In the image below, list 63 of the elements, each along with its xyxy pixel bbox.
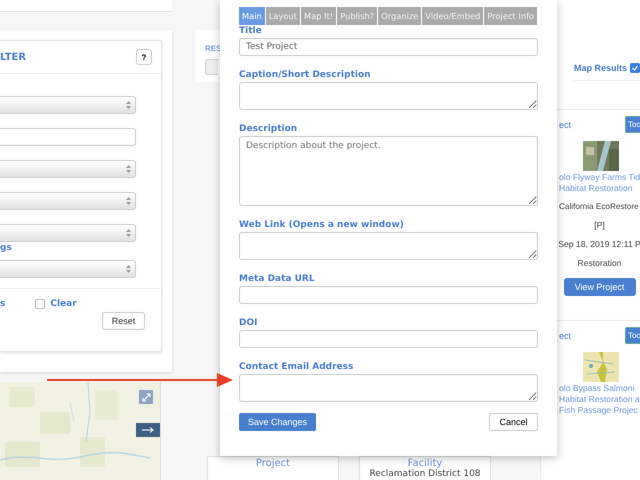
- input-field[interactable]: [239, 330, 538, 348]
- field-label: DOI: [239, 318, 258, 328]
- field-label: Meta Data URL: [239, 274, 316, 284]
- view-project-button[interactable]: View Project: [564, 278, 636, 296]
- filter-link[interactable]: gs: [0, 244, 161, 252]
- select-field[interactable]: [0, 160, 136, 178]
- project-title[interactable]: Fish Passage Projec: [559, 405, 638, 415]
- arrow-button[interactable]: [136, 423, 160, 437]
- text-area[interactable]: Description about the project.: [239, 136, 538, 206]
- input-field[interactable]: [0, 128, 136, 146]
- project-title[interactable]: Habitat Restoration: [559, 183, 633, 193]
- map-results-label: Map Results: [574, 63, 628, 73]
- field-label: Title: [239, 26, 263, 36]
- tab[interactable]: Map It!: [301, 7, 336, 25]
- project-title[interactable]: olo Flyway Farms Tid: [559, 172, 640, 182]
- select-field[interactable]: [0, 260, 136, 278]
- project-title[interactable]: Project: [256, 458, 290, 469]
- select-arrows-icon: [126, 265, 131, 273]
- project-title[interactable]: Habitat Restoration a: [559, 394, 640, 404]
- field-label: Web Link (Opens a new window): [239, 220, 405, 230]
- select-field[interactable]: [0, 192, 136, 210]
- field-label: Contact Email Address: [239, 362, 354, 372]
- text-area[interactable]: [239, 374, 538, 402]
- tab[interactable]: Layout: [266, 7, 300, 25]
- select-field[interactable]: [205, 59, 218, 75]
- option-label: s: [0, 299, 6, 309]
- save-button[interactable]: Save Changes: [239, 413, 316, 431]
- category-text: Restoration: [578, 258, 622, 268]
- reset-button[interactable]: Reset: [102, 312, 145, 330]
- clear-label: Clear: [50, 299, 77, 309]
- select-field[interactable]: [0, 224, 136, 242]
- map-results-checkbox[interactable]: [630, 63, 640, 73]
- arrow-right-icon: [142, 427, 154, 433]
- tab[interactable]: Publish?: [337, 7, 378, 25]
- date-text: Sep 18, 2019 12:11 P: [558, 239, 640, 249]
- tab[interactable]: Project Info: [484, 7, 538, 25]
- expand-icon: [142, 392, 150, 402]
- input-field[interactable]: Test Project: [239, 38, 538, 56]
- tab[interactable]: Video/Embed: [422, 7, 484, 25]
- project-type-link[interactable]: ect: [559, 330, 572, 340]
- tab[interactable]: Main: [239, 7, 265, 25]
- field-label: Caption/Short Description: [239, 70, 372, 80]
- field-label: Description: [239, 124, 298, 134]
- organization-text: California EcoRestore: [559, 202, 639, 211]
- clear-checkbox[interactable]: [35, 299, 46, 309]
- select-arrows-icon: [126, 197, 131, 205]
- expand-button[interactable]: [139, 390, 153, 404]
- cancel-button[interactable]: Cancel: [489, 413, 538, 431]
- select-arrows-icon: [126, 165, 131, 173]
- project-type-link[interactable]: ect: [559, 120, 572, 130]
- help-button[interactable]: ?: [136, 49, 152, 65]
- select-field[interactable]: [0, 96, 136, 114]
- text-area[interactable]: [239, 82, 538, 110]
- project-title[interactable]: Facility: [408, 458, 442, 469]
- tag-text: [P]: [594, 220, 605, 230]
- select-arrows-icon: [126, 229, 131, 237]
- text-area[interactable]: [239, 232, 538, 260]
- organization-text: Reclamation District 108: [369, 469, 481, 479]
- panel-title: LTER: [0, 52, 26, 62]
- input-field[interactable]: [239, 286, 538, 304]
- project-title[interactable]: olo Bypass Salmoni: [559, 383, 634, 393]
- select-arrows-icon: [126, 101, 131, 109]
- tab[interactable]: Organize: [378, 7, 422, 25]
